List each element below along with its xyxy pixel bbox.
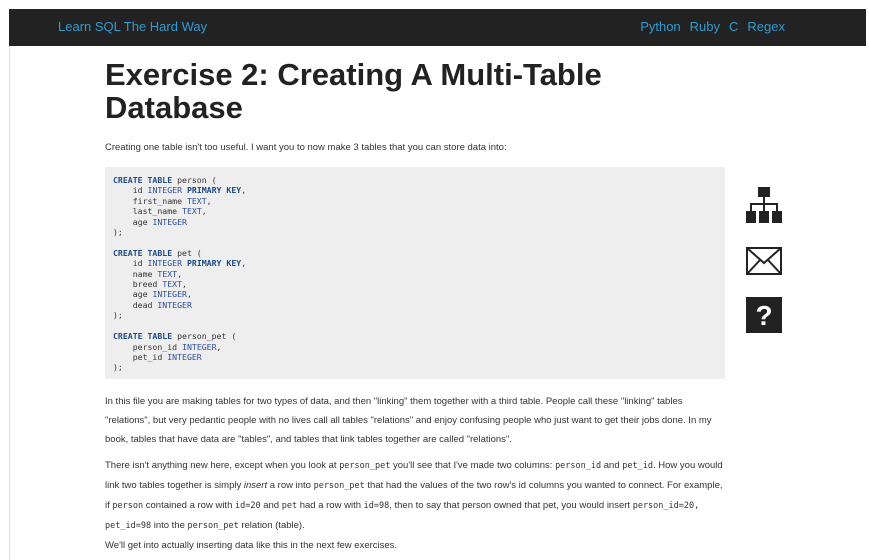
code-line: first_name (132, 195, 183, 206)
nav-links: Python Ruby C Regex (640, 19, 785, 34)
nav-link-python[interactable]: Python (640, 19, 680, 34)
code-line: breed (132, 279, 158, 290)
top-navbar: Learn SQL The Hard Way Python Ruby C Reg… (9, 9, 866, 46)
code-line: last_name (132, 206, 178, 217)
code-line: dead (132, 299, 153, 310)
code-person-pet-header: person_pet ( (177, 331, 237, 342)
sidebar-icons: ? (746, 187, 782, 354)
code-line: age (132, 289, 148, 300)
code-line: id (132, 185, 143, 196)
nav-link-regex[interactable]: Regex (747, 19, 785, 34)
paragraph-next: We'll get into actually inserting data l… (105, 540, 398, 551)
sitemap-icon[interactable] (746, 187, 782, 230)
nav-link-ruby[interactable]: Ruby (690, 19, 720, 34)
nav-link-c[interactable]: C (729, 19, 738, 34)
sql-code-block: CREATE TABLE person ( id INTEGER PRIMARY… (105, 167, 725, 379)
brand-link[interactable]: Learn SQL The Hard Way (58, 19, 207, 34)
main-content: Exercise 2: Creating A Multi-Table Datab… (105, 57, 725, 551)
svg-text:?: ? (755, 300, 772, 331)
question-icon[interactable]: ? (746, 297, 782, 338)
page-title: Exercise 2: Creating A Multi-Table Datab… (105, 57, 602, 125)
code-line: id (132, 258, 143, 269)
intro-text: Creating one table isn't too useful. I w… (105, 142, 507, 153)
code-person-header: person ( (177, 175, 217, 185)
code-line: person_id (132, 341, 178, 352)
code-line: age (132, 216, 148, 227)
code-line: pet_id (132, 351, 163, 362)
code-pet-header: pet ( (177, 247, 202, 258)
code-line: name (132, 268, 153, 279)
paragraph-linking: There isn't anything new here, except wh… (105, 460, 723, 531)
envelope-icon[interactable] (746, 246, 782, 281)
paragraph-relations: In this file you are making tables for t… (105, 396, 712, 445)
